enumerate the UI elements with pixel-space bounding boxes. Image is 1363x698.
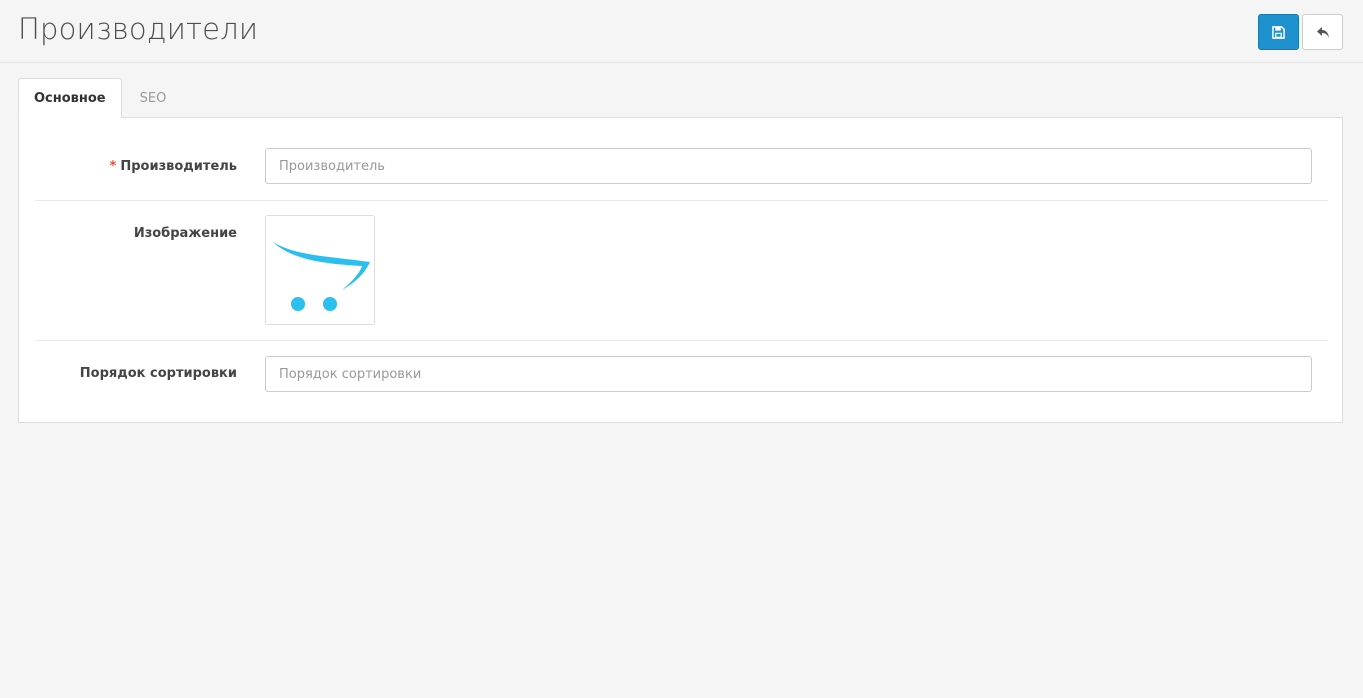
image-row: Изображение — [35, 201, 1328, 341]
manufacturer-input[interactable] — [265, 148, 1312, 184]
sort-order-label: Порядок сортировки — [79, 366, 237, 381]
tab-general[interactable]: Основное — [18, 78, 122, 118]
reply-icon — [1316, 26, 1329, 38]
page-title: Производители — [18, 12, 259, 46]
cart-placeholder-icon — [273, 242, 370, 311]
manufacturer-row: * Производитель — [35, 118, 1328, 200]
save-icon — [1272, 25, 1285, 39]
manufacturer-label-text: Производитель — [120, 159, 237, 174]
back-button[interactable] — [1302, 14, 1343, 50]
sort-order-input[interactable] — [265, 356, 1312, 392]
tab-bar: Основное SEO — [18, 78, 184, 118]
manufacturer-label: * Производитель — [110, 159, 237, 174]
required-mark: * — [109, 159, 117, 174]
header-actions — [1258, 14, 1343, 50]
sort-order-row: Порядок сортировки — [35, 341, 1328, 421]
image-thumbnail[interactable] — [265, 215, 375, 325]
form-panel: *Производитель Изображение Порядок сорти… — [18, 117, 1343, 423]
save-button[interactable] — [1258, 14, 1299, 50]
tab-seo[interactable]: SEO — [122, 78, 185, 118]
page-header: Производители — [0, 0, 1363, 63]
image-label: Изображение — [133, 226, 237, 241]
